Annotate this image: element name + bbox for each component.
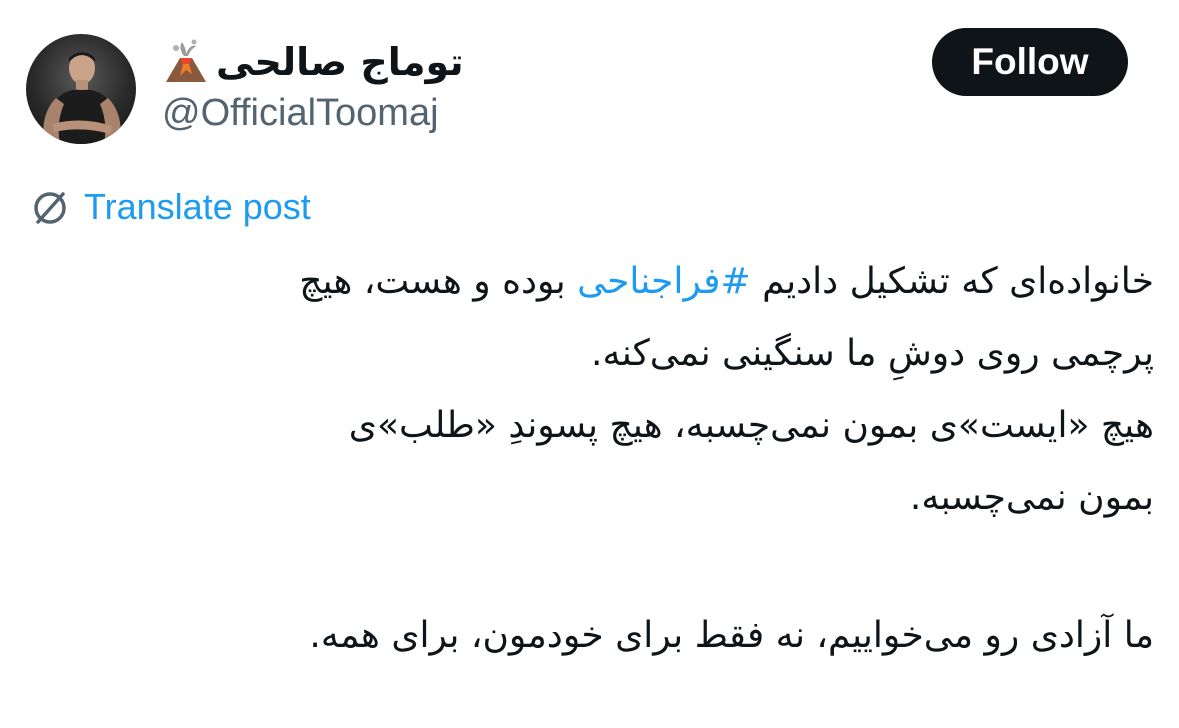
translate-icon [30,187,70,227]
avatar-photo [43,52,121,144]
post-text-line-4: بمون نمی‌چسبه. [909,477,1154,518]
avatar[interactable] [26,34,136,144]
hashtag-link[interactable]: #فراجناحی [577,261,751,302]
volcano-icon [162,38,210,86]
translate-post-link[interactable]: Translate post [30,180,311,234]
post-text-line-5: ما آزادی رو می‌خواییم، نه فقط برای خودمو… [309,615,1154,656]
post-text-line-3: هیچ «ایست»ی بمون نمی‌چسبه، هیچ پسوندِ «ط… [348,405,1154,446]
author-handle[interactable]: @OfficialToomaj [162,92,439,135]
post-text-segment: خانواده‌ای که تشکیل دادیم [762,261,1154,302]
author-name-row[interactable]: توماج صالحی [162,34,464,90]
translate-post-label[interactable]: Translate post [84,186,311,228]
post-text-segment: بوده و هست، هیچ [299,261,566,302]
author-display-name[interactable]: توماج صالحی [216,40,464,84]
follow-button[interactable]: Follow [932,28,1128,96]
post-text-line-1: خانواده‌ای که تشکیل دادیم #فراجناحی بوده… [20,246,1154,318]
post-text-line-2: پرچمی روی دوشِ ما سنگینی نمی‌کنه. [591,333,1154,374]
